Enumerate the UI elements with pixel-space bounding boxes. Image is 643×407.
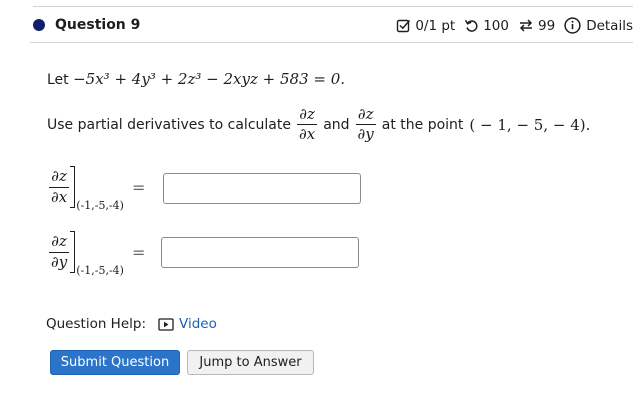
question-help-label: Question Help: <box>46 316 146 332</box>
dz-dx-fraction: ∂z ∂x <box>296 105 318 144</box>
tries-indicator: 100 <box>464 18 509 34</box>
question-status-dot <box>33 19 45 31</box>
equals-sign: = <box>131 242 146 262</box>
fraction-denominator: ∂y <box>49 251 70 271</box>
instruction-line: Use partial derivatives to calculate ∂z … <box>47 105 591 144</box>
implicit-equation: −5x³ + 4y³ + 2z³ − 2xyz + 583 = 0. <box>73 70 346 88</box>
evaluation-bracket <box>70 231 76 273</box>
video-icon <box>158 317 174 331</box>
submissions-indicator: 99 <box>518 18 555 34</box>
let-word: Let <box>47 72 69 88</box>
fraction-numerator: ∂z <box>51 232 67 251</box>
fraction-denominator: ∂x <box>296 124 318 144</box>
at-point-text: at the point <box>381 116 464 133</box>
score-text: 0/1 pt <box>415 17 456 34</box>
and-word: and <box>323 116 350 133</box>
score-indicator: 0/1 pt <box>396 18 455 34</box>
tries-text: 100 <box>483 17 509 34</box>
video-link-label: Video <box>179 316 217 332</box>
dz-dy-fraction: ∂z ∂y <box>355 105 376 144</box>
dzdy-answer-row: ∂z ∂y (-1,-5,-4) = <box>47 231 146 277</box>
dzdx-answer-input[interactable] <box>163 173 361 204</box>
details-link[interactable]: Details <box>564 17 633 34</box>
video-link[interactable]: Video <box>158 316 217 332</box>
top-divider <box>33 6 633 7</box>
evaluation-point: (-1,-5,-4) <box>76 264 124 277</box>
fraction-denominator: ∂x <box>49 186 70 206</box>
dzdy-answer-input[interactable] <box>161 237 359 268</box>
jump-to-answer-button[interactable]: Jump to Answer <box>187 350 314 375</box>
details-label: Details <box>586 17 633 34</box>
fraction-denominator: ∂y <box>355 124 376 144</box>
question-meta: 0/1 pt 100 99 Details <box>396 17 633 34</box>
fraction-numerator: ∂z <box>357 105 374 123</box>
dzdx-answer-row: ∂z ∂x (-1,-5,-4) = <box>47 166 146 212</box>
fraction-numerator: ∂z <box>299 105 315 123</box>
swap-arrows-icon <box>519 19 533 32</box>
checkbox-icon <box>397 19 411 33</box>
point-coordinates: ( − 1, − 5, − 4). <box>469 115 591 134</box>
evaluation-bracket <box>70 166 76 208</box>
dz-dx-label: ∂z ∂x <box>49 167 70 206</box>
submit-question-button[interactable]: Submit Question <box>50 350 180 375</box>
instruction-text: Use partial derivatives to calculate <box>47 116 291 133</box>
question-title: Question 9 <box>55 17 141 33</box>
evaluation-point: (-1,-5,-4) <box>76 199 124 212</box>
fraction-numerator: ∂z <box>51 167 67 186</box>
retry-icon <box>465 19 478 32</box>
equals-sign: = <box>131 177 146 197</box>
info-icon <box>564 17 581 34</box>
dz-dy-label: ∂z ∂y <box>49 232 70 271</box>
question-header: Question 9 0/1 pt 100 99 Details <box>30 12 633 43</box>
submissions-text: 99 <box>538 17 556 34</box>
equation-line: Let −5x³ + 4y³ + 2z³ − 2xyz + 583 = 0. <box>47 70 345 88</box>
question-help: Question Help: Video <box>46 316 217 332</box>
